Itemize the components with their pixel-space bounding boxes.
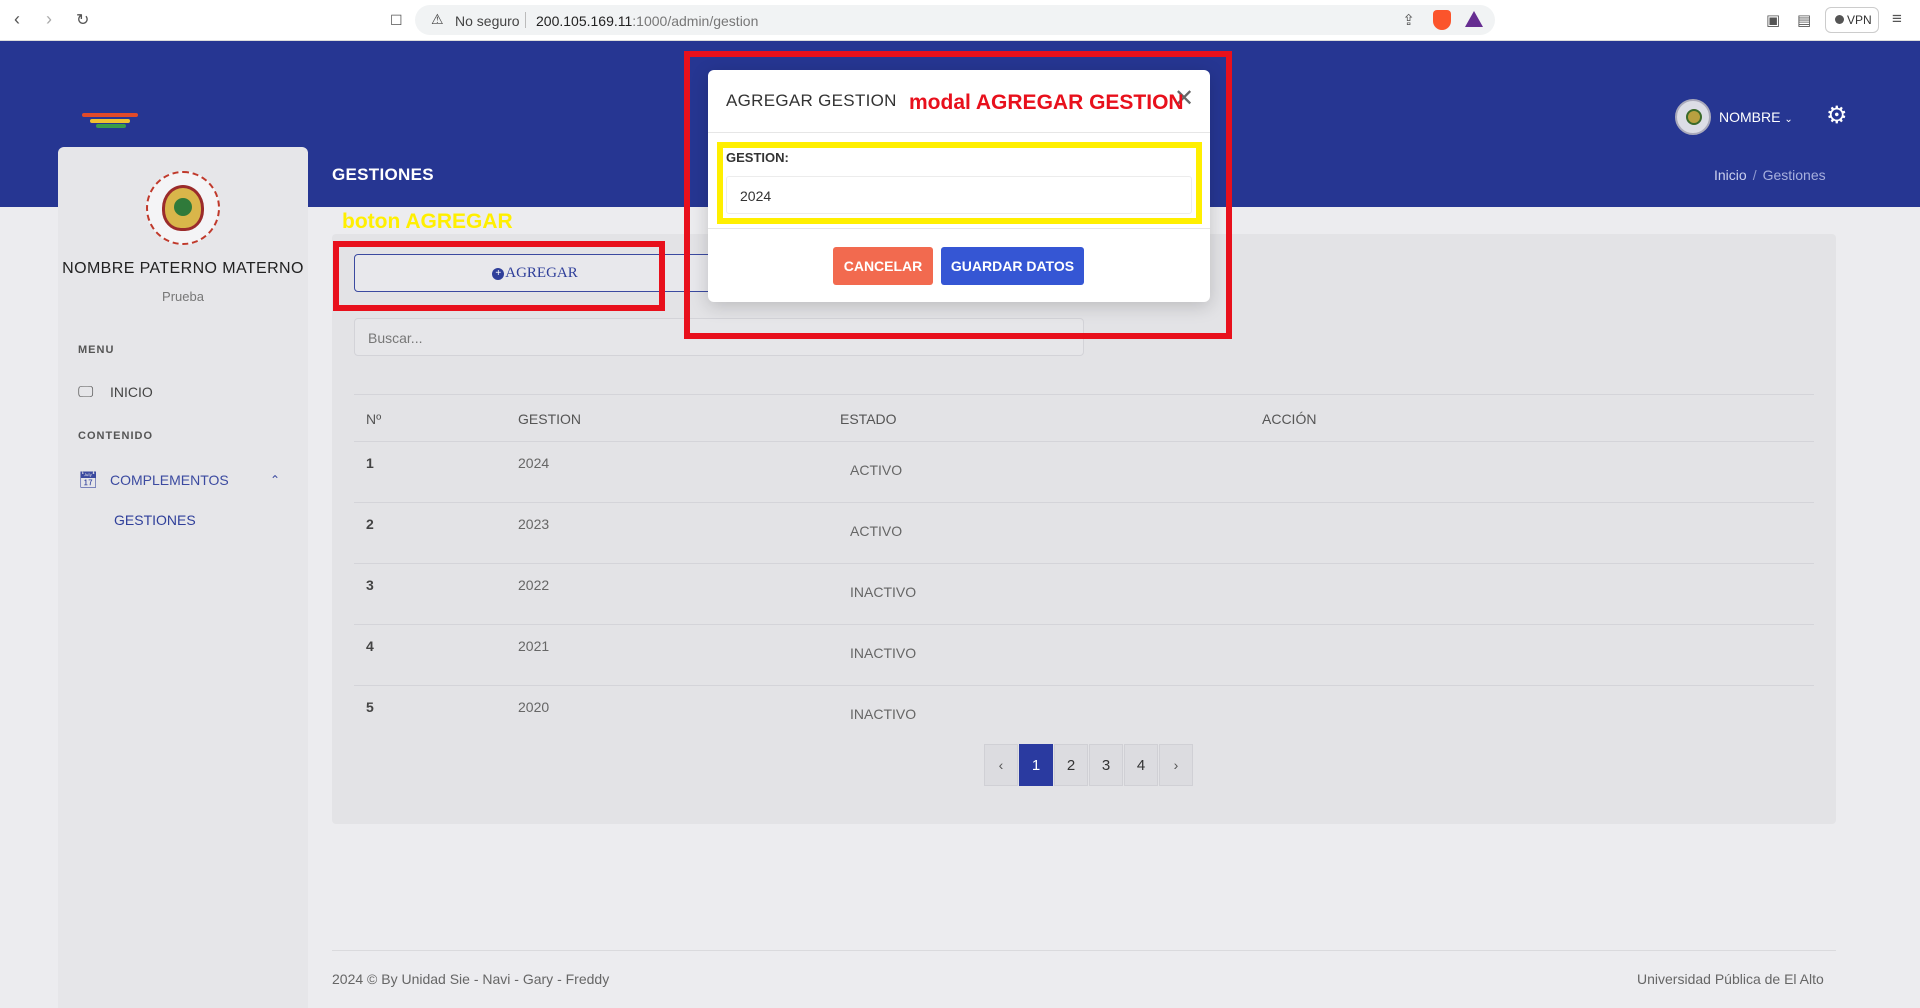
menu-section-label: MENU [78, 344, 115, 356]
status-badge: INACTIVO [850, 706, 917, 722]
pagination-page-4[interactable]: 4 [1124, 744, 1158, 786]
row-number: 3 [366, 577, 374, 593]
row-number: 2 [366, 516, 374, 532]
button-annotation-box [333, 241, 665, 311]
status-badge: ACTIVO [850, 462, 903, 478]
gear-icon[interactable]: ⚙ [1826, 104, 1848, 128]
url-separator [525, 12, 526, 28]
sidebar-item-inicio[interactable]: 🖵︎ INICIO [78, 384, 153, 408]
reload-icon[interactable]: ↻ [76, 10, 89, 30]
vpn-icon [1835, 15, 1844, 24]
chevron-down-icon: ⌄ [1784, 114, 1793, 125]
sidebar-item-label: INICIO [110, 384, 153, 400]
sidebar-item-complementos[interactable]: 📅︎ COMPLEMENTOS [78, 470, 229, 494]
table-row: 4 2021 INACTIVO [354, 625, 1814, 686]
brave-rewards-icon[interactable] [1465, 11, 1483, 27]
bookmark-icon[interactable]: ☐ [390, 12, 403, 29]
url-path: :1000/admin/gestion [632, 13, 759, 29]
column-header: ESTADO [840, 411, 897, 427]
security-label[interactable]: No seguro [455, 13, 520, 29]
footer-divider [332, 950, 1836, 951]
status-badge: INACTIVO [850, 584, 917, 600]
footer-copyright: 2024 © By Unidad Sie - Navi - Gary - Fre… [332, 971, 610, 987]
calendar-icon: 📅︎ [78, 472, 99, 489]
sidebar-item-label: COMPLEMENTOS [110, 472, 229, 488]
pagination-page-3[interactable]: 3 [1089, 744, 1123, 786]
user-full-name: NOMBRE PATERNO MATERNO [62, 260, 304, 277]
sidebar-toggle-icon[interactable]: ▣ [1766, 11, 1780, 29]
pagination-next[interactable]: › [1159, 744, 1193, 786]
field-annotation-box [717, 142, 1202, 224]
profile-emblem [146, 171, 220, 245]
content-section-label: CONTENIDO [78, 430, 153, 442]
user-menu-label[interactable]: NOMBRE ⌄ [1719, 109, 1793, 125]
row-number: 5 [366, 699, 374, 715]
brand-logo[interactable] [82, 110, 138, 130]
monitor-icon: 🖵︎ [78, 384, 94, 401]
table-row: 2 2023 ACTIVO [354, 503, 1814, 564]
row-gestion: 2024 [518, 455, 550, 471]
row-gestion: 2020 [518, 699, 550, 715]
button-annotation-label: boton AGREGAR [342, 210, 513, 233]
menu-icon[interactable]: ≡ [1892, 9, 1902, 29]
user-role: Prueba [162, 289, 204, 304]
column-header: Nº [366, 411, 382, 427]
vpn-button[interactable]: VPN [1825, 7, 1879, 33]
row-number: 4 [366, 638, 374, 654]
modal-annotation-label: modal AGREGAR GESTION [909, 91, 1184, 114]
brave-shield-icon[interactable] [1433, 10, 1451, 30]
sidebar: NOMBRE PATERNO MATERNO Prueba MENU 🖵︎ INI… [58, 147, 308, 1008]
url-host: 200.105.169.11 [536, 13, 633, 29]
share-icon[interactable]: ⇪ [1402, 11, 1415, 29]
wallet-icon[interactable]: ▤ [1797, 11, 1811, 29]
row-gestion: 2022 [518, 577, 550, 593]
pagination-page-2[interactable]: 2 [1054, 744, 1088, 786]
sidebar-subitem-gestiones[interactable]: GESTIONES [114, 512, 196, 528]
forward-icon[interactable]: › [46, 9, 52, 30]
back-icon[interactable]: ‹ [14, 9, 20, 30]
pagination: ‹ 1 2 3 4 › [984, 744, 1194, 786]
chevron-up-icon[interactable]: ⌃ [270, 473, 280, 487]
table-header: Nº GESTION ESTADO ACCIÓN [354, 394, 1814, 442]
status-badge: INACTIVO [850, 645, 917, 661]
footer-institution: Universidad Pública de El Alto [1637, 971, 1824, 987]
pagination-prev[interactable]: ‹ [984, 744, 1018, 786]
table-row: 5 2020 INACTIVO [354, 686, 1814, 747]
column-header: ACCIÓN [1262, 411, 1317, 427]
breadcrumb-home[interactable]: Inicio [1714, 167, 1747, 183]
column-header: GESTION [518, 411, 582, 427]
row-gestion: 2023 [518, 516, 550, 532]
breadcrumb-current: Gestiones [1762, 167, 1826, 183]
table-row: 3 2022 INACTIVO [354, 564, 1814, 625]
page-title: GESTIONES [332, 165, 434, 184]
pagination-page-1[interactable]: 1 [1019, 744, 1053, 786]
user-name: NOMBRE [1719, 109, 1781, 125]
browser-toolbar: ‹ › ↻ ☐ ⚠ No seguro 200.105.169.11:1000/… [0, 0, 1920, 41]
breadcrumb: Inicio / Gestiones [1714, 167, 1826, 183]
status-badge: ACTIVO [850, 523, 903, 539]
vpn-label: VPN [1847, 13, 1872, 27]
url-text[interactable]: 200.105.169.11:1000/admin/gestion [536, 13, 758, 29]
row-gestion: 2021 [518, 638, 550, 654]
warning-icon[interactable]: ⚠ [431, 11, 444, 28]
address-bar[interactable]: ⚠ No seguro 200.105.169.11:1000/admin/ge… [415, 5, 1495, 35]
row-number: 1 [366, 455, 374, 471]
user-avatar[interactable] [1675, 99, 1711, 135]
table-row: 1 2024 ACTIVO [354, 442, 1814, 503]
